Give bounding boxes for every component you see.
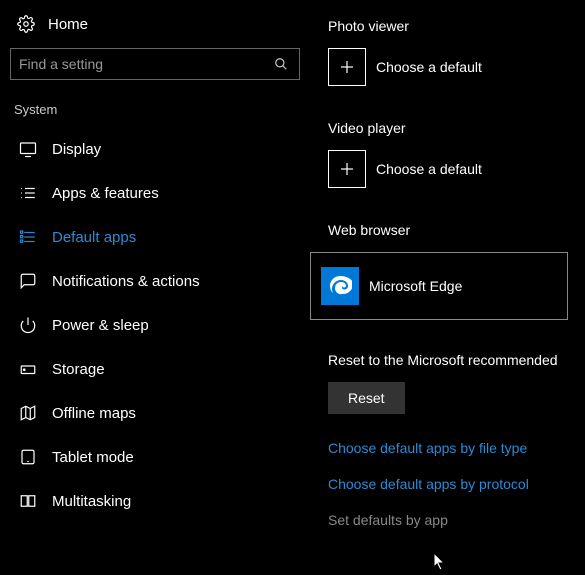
sidebar-item-label: Display (52, 141, 101, 158)
reset-button[interactable]: Reset (328, 382, 405, 414)
home-label: Home (48, 16, 88, 33)
section-label: System (10, 102, 300, 117)
choose-default-label: Choose a default (376, 161, 482, 177)
sidebar-item-display[interactable]: Display (10, 127, 300, 171)
maps-icon (18, 403, 38, 423)
search-input[interactable] (10, 48, 300, 80)
sidebar-item-power-sleep[interactable]: Power & sleep (10, 303, 300, 347)
power-icon (18, 315, 38, 335)
sidebar-item-apps-features[interactable]: Apps & features (10, 171, 300, 215)
web-browser-choose[interactable]: Microsoft Edge (310, 252, 568, 320)
multitasking-icon (18, 491, 38, 511)
sidebar: Home System Display Apps & features (0, 0, 310, 575)
reset-description: Reset to the Microsoft recommended (328, 352, 585, 368)
sidebar-item-label: Storage (52, 361, 105, 378)
default-apps-icon (18, 227, 38, 247)
display-icon (18, 139, 38, 159)
link-by-file-type[interactable]: Choose default apps by file type (328, 440, 585, 456)
sidebar-item-label: Notifications & actions (52, 273, 200, 290)
sidebar-item-label: Apps & features (52, 185, 159, 202)
storage-icon (18, 359, 38, 379)
notifications-icon (18, 271, 38, 291)
sidebar-item-notifications[interactable]: Notifications & actions (10, 259, 300, 303)
video-player-choose[interactable]: Choose a default (328, 150, 585, 188)
sidebar-item-tablet-mode[interactable]: Tablet mode (10, 435, 300, 479)
content-pane: Photo viewer Choose a default Video play… (310, 0, 585, 575)
sidebar-item-label: Tablet mode (52, 449, 134, 466)
edge-icon (321, 267, 359, 305)
search-icon (271, 54, 291, 74)
sidebar-item-default-apps[interactable]: Default apps (10, 215, 300, 259)
photo-viewer-choose[interactable]: Choose a default (328, 48, 585, 86)
sidebar-item-label: Multitasking (52, 493, 131, 510)
sidebar-item-offline-maps[interactable]: Offline maps (10, 391, 300, 435)
home-button[interactable]: Home (10, 10, 300, 48)
list-icon (18, 183, 38, 203)
sidebar-item-label: Offline maps (52, 405, 136, 422)
web-browser-app-label: Microsoft Edge (369, 278, 462, 294)
sidebar-item-label: Power & sleep (52, 317, 149, 334)
link-by-app[interactable]: Set defaults by app (328, 512, 585, 528)
plus-icon (328, 150, 366, 188)
web-browser-title: Web browser (328, 222, 585, 238)
video-player-title: Video player (328, 120, 585, 136)
choose-default-label: Choose a default (376, 59, 482, 75)
plus-icon (328, 48, 366, 86)
sidebar-item-label: Default apps (52, 229, 136, 246)
sidebar-item-multitasking[interactable]: Multitasking (10, 479, 300, 523)
search-field[interactable] (19, 56, 271, 72)
link-by-protocol[interactable]: Choose default apps by protocol (328, 476, 585, 492)
sidebar-item-storage[interactable]: Storage (10, 347, 300, 391)
tablet-icon (18, 447, 38, 467)
photo-viewer-title: Photo viewer (328, 18, 585, 34)
gear-icon (16, 14, 36, 34)
